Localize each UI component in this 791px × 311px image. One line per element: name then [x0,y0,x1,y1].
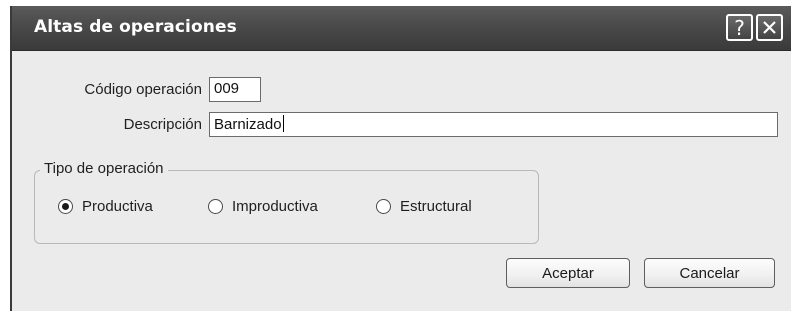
dialog-title: Altas de operaciones [34,17,237,37]
descripcion-input[interactable]: Barnizado [209,112,778,137]
radio-improductiva-circle [208,199,223,214]
cancelar-button[interactable]: Cancelar [644,258,775,288]
radio-productiva-circle [58,199,73,214]
radio-estructural[interactable]: Estructural [376,198,472,215]
descripcion-value: Barnizado [214,116,282,133]
title-bar: Altas de operaciones ? [12,6,791,51]
help-button[interactable]: ? [726,14,753,41]
radio-selected-dot [62,203,69,210]
radio-productiva[interactable]: Productiva [58,198,153,215]
dialog-window: Altas de operaciones ? Código operación … [10,6,791,311]
codigo-operacion-label: Código operación [84,81,202,98]
aceptar-button[interactable]: Aceptar [506,258,630,288]
text-caret [282,115,284,132]
help-icon: ? [734,15,745,40]
codigo-operacion-value: 009 [214,80,240,97]
descripcion-label: Descripción [123,116,202,133]
close-icon [763,21,776,34]
radio-estructural-label: Estructural [400,198,472,215]
radio-productiva-label: Productiva [82,198,153,215]
codigo-operacion-input[interactable]: 009 [209,77,261,102]
radio-estructural-circle [376,199,391,214]
radio-improductiva[interactable]: Improductiva [208,198,318,215]
radio-improductiva-label: Improductiva [232,198,318,215]
tipo-operacion-legend: Tipo de operación [40,160,168,177]
close-button[interactable] [756,14,783,41]
